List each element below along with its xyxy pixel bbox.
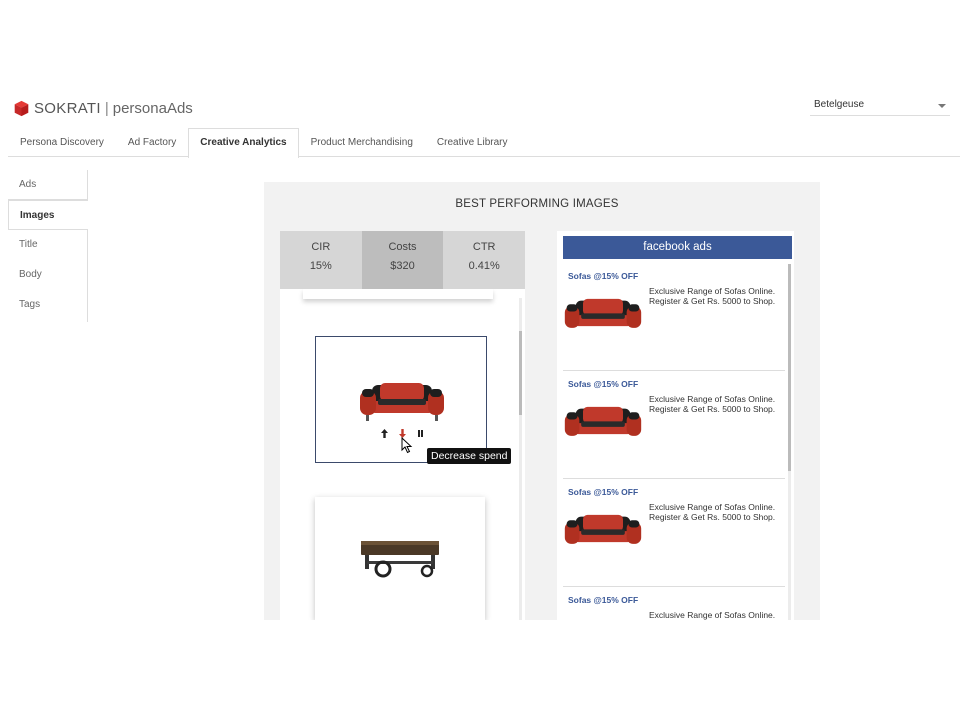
sidebar-item-ads[interactable]: Ads: [8, 170, 88, 200]
image-card-sofa[interactable]: [315, 336, 487, 463]
fb-ad-body: Exclusive Range of Sofas Online.: [649, 610, 776, 620]
metric-ctr[interactable]: CTR 0.41%: [443, 231, 526, 289]
metric-label: CTR: [472, 241, 496, 253]
sofa-thumbnail: [564, 514, 642, 544]
fb-scrollbar-thumb[interactable]: [788, 264, 791, 471]
metric-cir[interactable]: CIR 15%: [280, 231, 362, 289]
tab-product-merchandising[interactable]: Product Merchandising: [299, 128, 425, 157]
image-card-table[interactable]: [315, 497, 485, 620]
tab-creative-analytics[interactable]: Creative Analytics: [188, 128, 299, 158]
panel-title: BEST PERFORMING IMAGES: [455, 198, 619, 210]
account-name: Betelgeuse: [814, 99, 865, 110]
facebook-ads-preview: facebook ads Sofas @15% OFF Exclusive Ra…: [557, 231, 794, 620]
sidebar-item-body[interactable]: Body: [8, 260, 87, 290]
coffee-table-image: [361, 541, 439, 578]
fb-ad-title: Sofas @15% OFF: [568, 271, 639, 281]
pause-icon[interactable]: [416, 428, 425, 439]
previous-image-card[interactable]: [303, 289, 493, 299]
fb-ad-title: Sofas @15% OFF: [568, 595, 639, 605]
metric-tabs: CIR 15% Costs $320 CTR 0.41%: [280, 231, 526, 289]
sidebar-item-title[interactable]: Title: [8, 230, 87, 260]
logo-cube-icon: [14, 100, 29, 116]
sofa-thumbnail: [564, 406, 642, 436]
fb-ad-body: Exclusive Range of Sofas Online. Registe…: [649, 502, 776, 522]
logo[interactable]: SOKRATI | personaAds: [13, 98, 193, 118]
fb-ad-card[interactable]: Sofas @15% OFF Exclusive Range of Sofas …: [563, 371, 785, 479]
fb-ad-title: Sofas @15% OFF: [568, 487, 639, 497]
decrease-spend-tooltip: Decrease spend: [427, 448, 512, 464]
metric-label: Costs: [388, 241, 417, 253]
account-dropdown[interactable]: Betelgeuse: [810, 96, 950, 116]
product-name: personaAds: [112, 99, 193, 117]
metric-value: 15%: [309, 260, 332, 272]
fb-ad-body: Exclusive Range of Sofas Online. Registe…: [649, 394, 776, 414]
tab-ad-factory[interactable]: Ad Factory: [116, 128, 188, 157]
main-tabs: Persona Discovery Ad Factory Creative An…: [8, 128, 960, 158]
images-scrollbar-thumb[interactable]: [519, 331, 522, 415]
fb-ad-body: Exclusive Range of Sofas Online. Registe…: [649, 286, 776, 306]
brand-name: SOKRATI: [34, 99, 101, 117]
arrow-up-icon[interactable]: [380, 428, 389, 439]
tab-creative-library[interactable]: Creative Library: [425, 128, 520, 157]
fb-ad-card[interactable]: Sofas @15% OFF Exclusive Range of Sofas …: [563, 263, 785, 371]
brand-separator: |: [104, 99, 109, 117]
sofa-thumbnail: [564, 298, 642, 328]
metric-value: 0.41%: [468, 260, 500, 272]
sidebar-item-images[interactable]: Images: [8, 200, 88, 230]
metric-label: CIR: [311, 241, 331, 253]
mouse-cursor-icon: [401, 437, 413, 454]
sofa-image: [360, 383, 444, 421]
images-list: Decrease spend: [280, 289, 525, 620]
fb-ad-card[interactable]: Sofas @15% OFF Exclusive Range of Sofas …: [563, 479, 785, 587]
caret-down-icon: [938, 104, 946, 108]
best-images-panel: BEST PERFORMING IMAGES CIR 15% Costs $32…: [264, 182, 820, 620]
sidebar-item-tags[interactable]: Tags: [8, 290, 87, 320]
tab-persona-discovery[interactable]: Persona Discovery: [8, 128, 116, 157]
metric-costs[interactable]: Costs $320: [361, 231, 444, 289]
sidebar: Ads Images Title Body Tags: [8, 170, 88, 322]
fb-ad-title: Sofas @15% OFF: [568, 379, 639, 389]
facebook-ads-header: facebook ads: [563, 236, 792, 259]
fb-ad-card[interactable]: Sofas @15% OFF Exclusive Range of Sofas …: [563, 587, 785, 620]
metric-value: $320: [390, 260, 415, 272]
